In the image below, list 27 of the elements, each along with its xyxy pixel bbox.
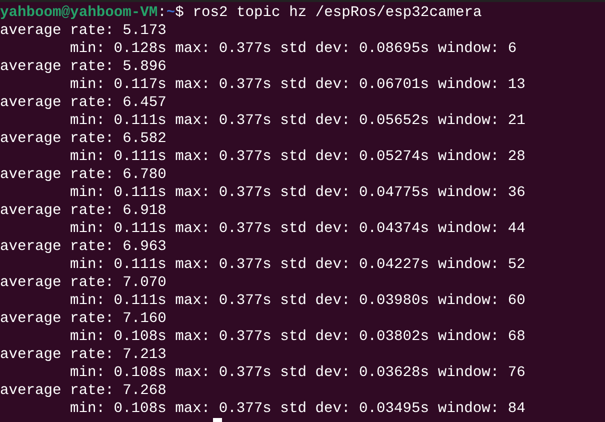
stats-line: min: 0.108s max: 0.377s std dev: 0.03495s window: 84 (70, 400, 526, 418)
rate-line: average rate: 6.918 (0, 202, 166, 220)
rate-line: average rate: 5.173 (0, 22, 166, 40)
rate-line: average rate: 7.268 (0, 382, 166, 400)
stats-line: min: 0.108s max: 0.377s std dev: 0.03628s window: 76 (70, 364, 526, 382)
prompt-symbol: $ (175, 4, 184, 22)
stats-line: min: 0.111s max: 0.377s std dev: 0.04374s window: 44 (70, 220, 526, 238)
rate-line: average rate: 7.070 (0, 274, 166, 292)
prompt-separator: : (158, 4, 166, 22)
stats-line: min: 0.111s max: 0.377s std dev: 0.04775s window: 36 (70, 184, 526, 202)
rate-line: average rate: 6.780 (0, 166, 166, 184)
rate-line: average rate: 6.457 (0, 94, 166, 112)
stats-line: min: 0.117s max: 0.377s std dev: 0.06701s window: 13 (70, 76, 526, 94)
rate-line: average rate: 7.160 (0, 310, 166, 328)
command-text: ros2 topic hz /espRos/esp32camera (192, 4, 482, 22)
stats-line: min: 0.128s max: 0.377s std dev: 0.08695s window: 6 (70, 40, 517, 58)
stats-line: min: 0.111s max: 0.377s std dev: 0.03980s window: 60 (70, 292, 526, 310)
rate-line: average rate: 7.213 (0, 346, 166, 364)
prompt-user-host: yahboom@yahboom-VM (0, 4, 158, 22)
stats-line: min: 0.108s max: 0.377s std dev: 0.03802s window: 68 (70, 328, 526, 346)
prompt-path: ~ (166, 4, 176, 22)
rate-line: average rate: 6.963 (0, 238, 166, 256)
rate-line: average rate: 6.582 (0, 130, 166, 148)
rate-line: average rate: 5.896 (0, 58, 166, 76)
stats-line: min: 0.111s max: 0.377s std dev: 0.05652s window: 21 (70, 112, 526, 130)
stats-line: min: 0.111s max: 0.377s std dev: 0.05274s window: 28 (70, 148, 526, 166)
stats-line: min: 0.111s max: 0.377s std dev: 0.04227s window: 52 (70, 256, 526, 274)
